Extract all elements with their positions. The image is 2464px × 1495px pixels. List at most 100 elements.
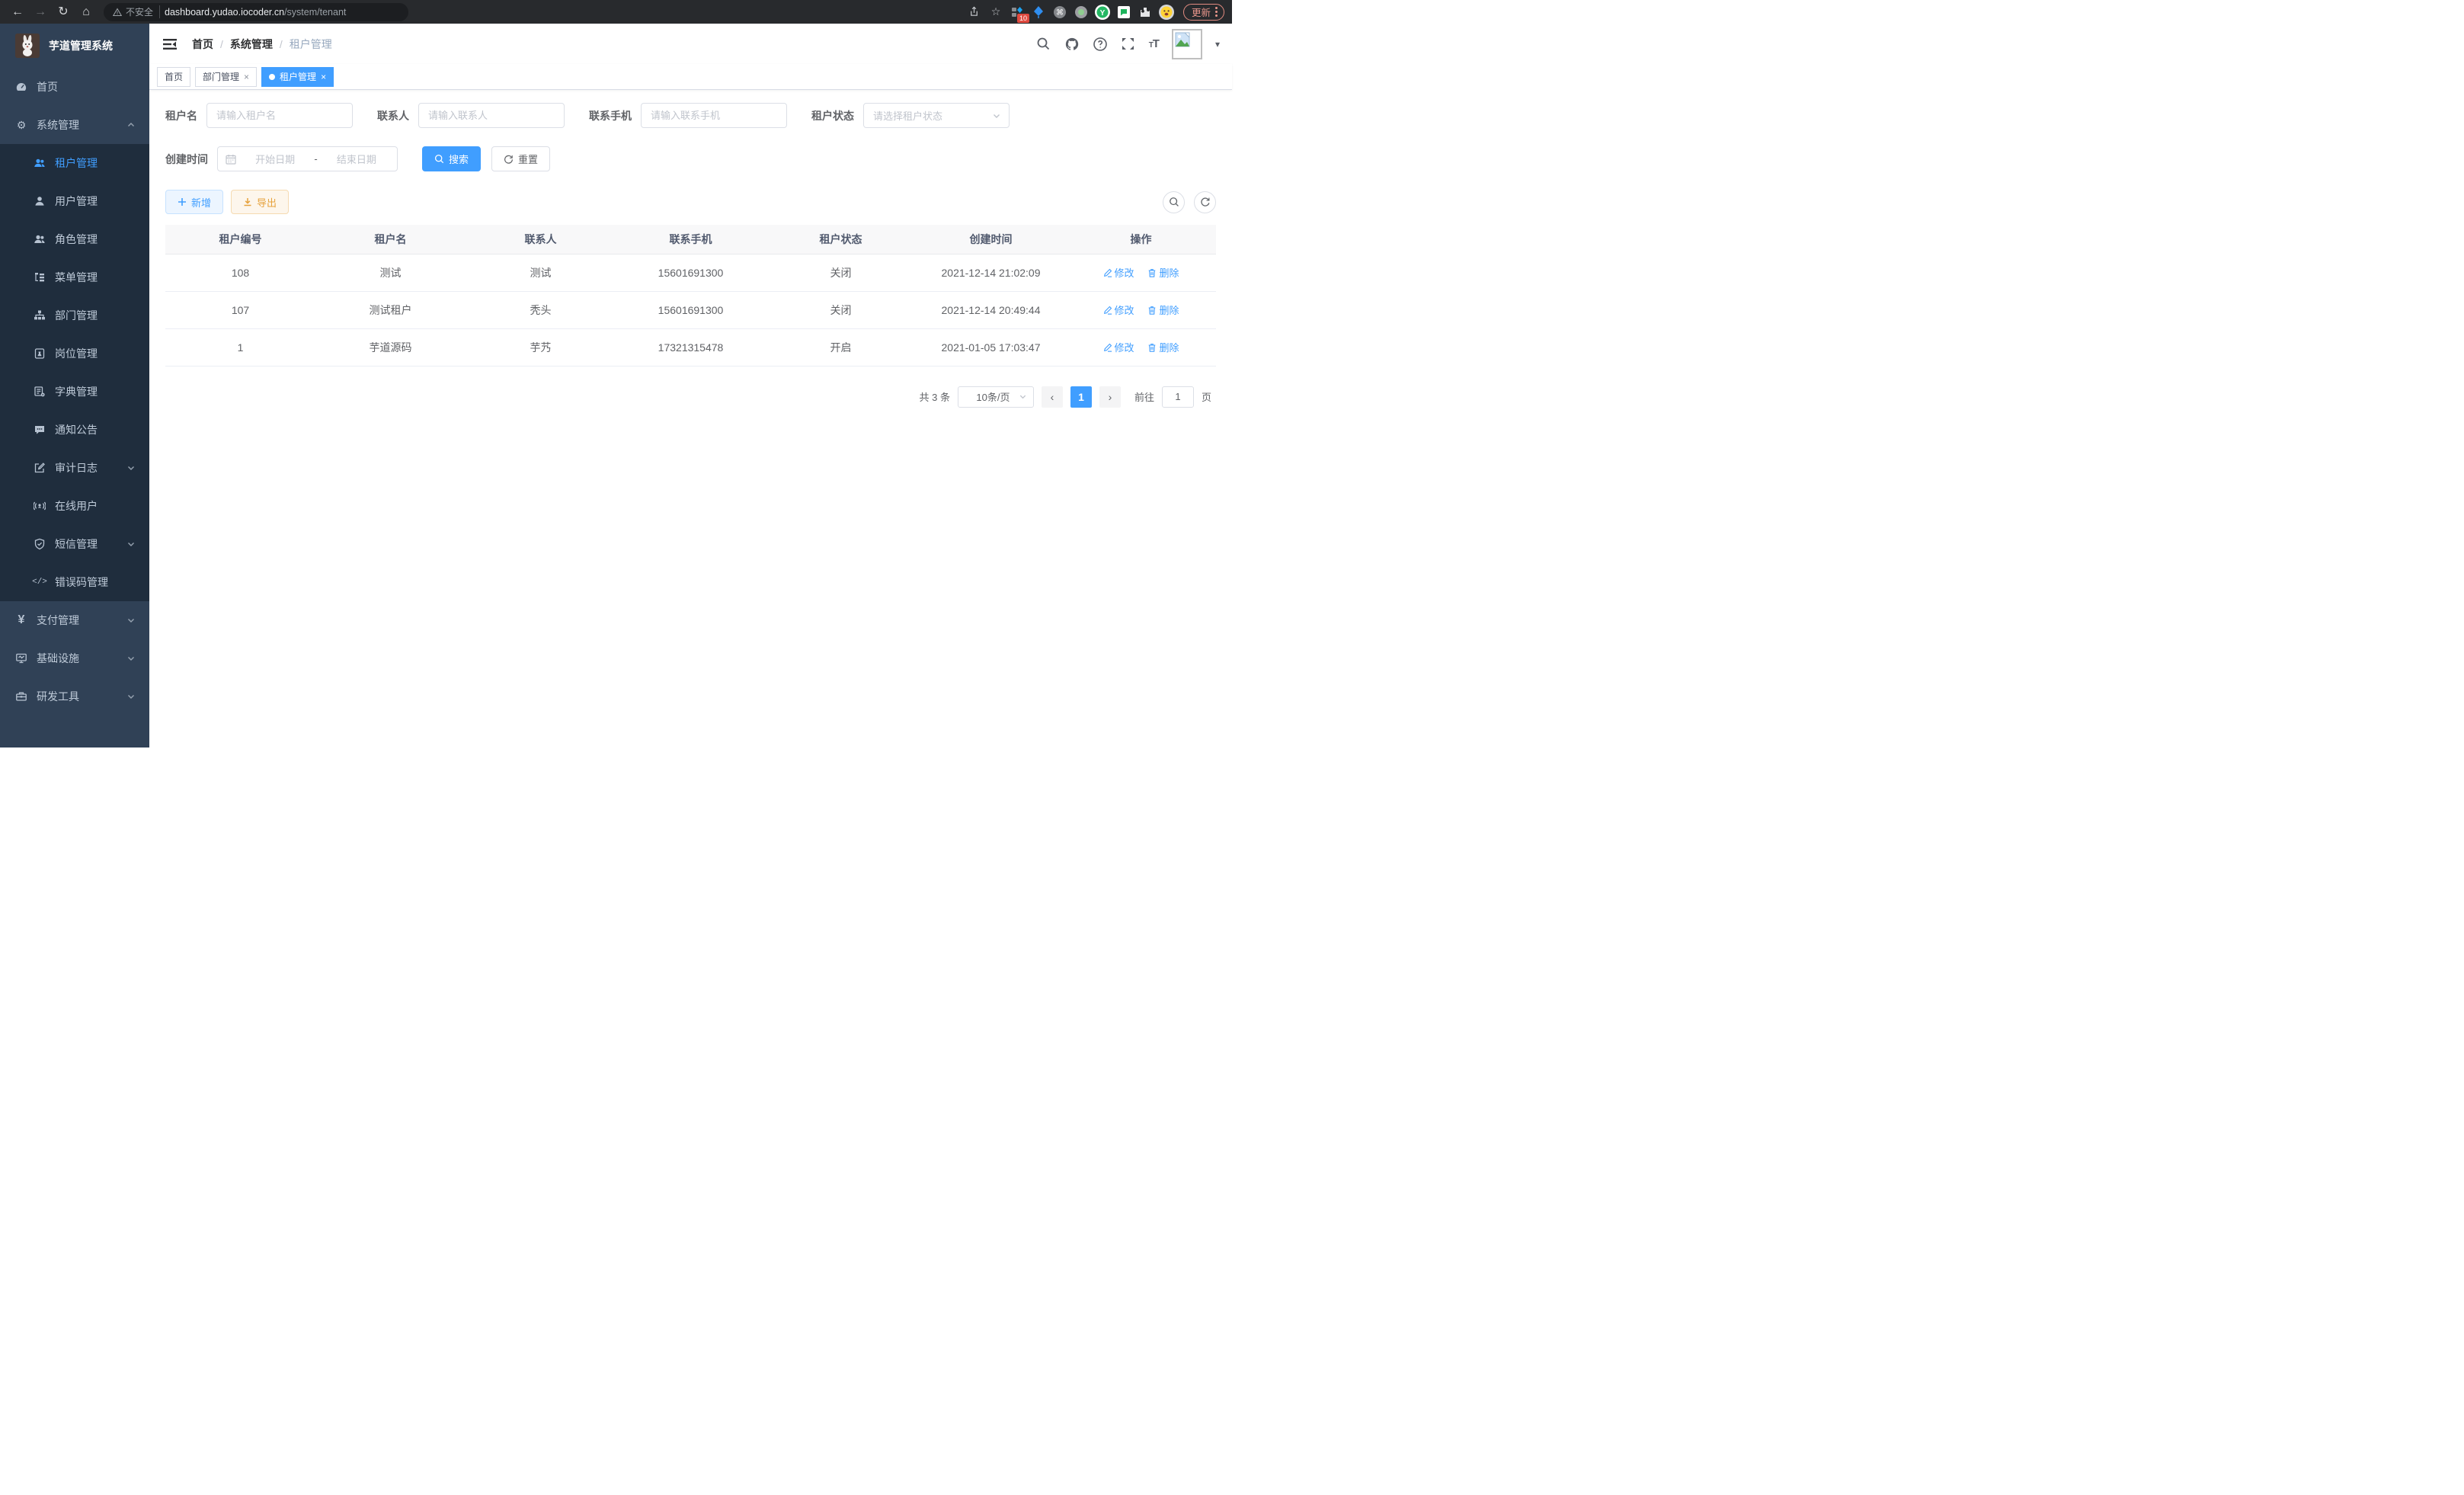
edit-button[interactable]: 修改	[1103, 340, 1134, 354]
browser-toolbar: ← → ↻ ⌂ 不安全 dashboard.yudao.iocoder.cn/s…	[0, 0, 1232, 24]
bookmark-star-icon[interactable]: ☆	[987, 3, 1005, 21]
sidebar-item-notice[interactable]: 通知公告	[0, 411, 149, 449]
goto-page-input[interactable]	[1162, 386, 1194, 408]
table-row: 1 芋道源码 芋艿 17321315478 开启 2021-01-05 17:0…	[165, 328, 1216, 366]
extension-command-icon[interactable]: ⌘	[1051, 3, 1069, 21]
help-icon[interactable]	[1093, 37, 1108, 52]
reset-button[interactable]: 重置	[491, 146, 550, 171]
sidebar-item-sms[interactable]: 短信管理	[0, 525, 149, 563]
mobile-input[interactable]	[641, 103, 787, 128]
sidebar-item-role[interactable]: 角色管理	[0, 220, 149, 258]
breadcrumb-home[interactable]: 首页	[192, 37, 213, 52]
sidebar-item-audit[interactable]: 审计日志	[0, 449, 149, 487]
prev-page-button[interactable]: ‹	[1042, 386, 1063, 408]
sidebar-collapse-icon[interactable]	[162, 36, 178, 53]
edit-button[interactable]: 修改	[1103, 303, 1134, 317]
sidebar-item-tenant[interactable]: 租户管理	[0, 144, 149, 182]
sidebar-item-dept[interactable]: 部门管理	[0, 296, 149, 335]
cell-tenant-id: 107	[165, 291, 315, 328]
sidebar-logo-row[interactable]: 芋道管理系统	[0, 24, 149, 68]
chevron-down-icon	[1019, 392, 1027, 401]
browser-home-icon[interactable]: ⌂	[76, 2, 96, 22]
search-icon[interactable]	[1036, 37, 1051, 52]
tab-tenant[interactable]: 租户管理 ×	[261, 67, 334, 87]
tab-home[interactable]: 首页	[157, 67, 190, 87]
tab-dept[interactable]: 部门管理 ×	[195, 67, 257, 87]
gear-icon: ⚙	[15, 119, 27, 131]
sidebar-item-label: 支付管理	[37, 613, 117, 628]
avatar[interactable]	[1172, 29, 1202, 59]
delete-button[interactable]: 删除	[1147, 303, 1179, 317]
chevron-down-icon	[126, 692, 136, 701]
edit-button[interactable]: 修改	[1103, 265, 1134, 280]
date-range-picker[interactable]: 开始日期 - 结束日期	[217, 146, 398, 171]
sidebar-item-online[interactable]: 在线用户	[0, 487, 149, 525]
extension-green-dot-icon[interactable]	[1072, 3, 1090, 21]
sidebar-item-home[interactable]: 首页	[0, 68, 149, 106]
col-mobile: 联系手机	[616, 225, 766, 254]
plus-icon	[178, 197, 187, 206]
font-size-icon[interactable]: TT	[1149, 37, 1159, 51]
cell-tenant-id: 1	[165, 328, 315, 366]
delete-button[interactable]: 删除	[1147, 265, 1179, 280]
code-icon: </>	[34, 576, 46, 588]
breadcrumb-separator: /	[220, 38, 223, 50]
show-search-toggle-button[interactable]	[1163, 191, 1185, 213]
extension-emoji-icon[interactable]	[1157, 3, 1176, 21]
page-size-select[interactable]: 10条/页	[958, 386, 1034, 408]
add-button-label: 新增	[191, 195, 211, 210]
delete-button[interactable]: 删除	[1147, 340, 1179, 354]
filter-mobile: 联系手机	[589, 103, 787, 128]
page-content: 租户名 联系人 联系手机 租户状态 请选择租户状态	[149, 90, 1232, 748]
avatar-caret-icon[interactable]: ▾	[1215, 39, 1220, 50]
share-icon[interactable]	[965, 3, 984, 21]
browser-reload-icon[interactable]: ↻	[53, 2, 73, 22]
refresh-table-button[interactable]	[1194, 191, 1216, 213]
browser-update-button[interactable]: 更新	[1183, 4, 1224, 21]
next-page-button[interactable]: ›	[1099, 386, 1121, 408]
search-button[interactable]: 搜索	[422, 146, 481, 171]
sidebar-item-label: 审计日志	[55, 460, 117, 475]
export-button[interactable]: 导出	[231, 190, 289, 214]
sidebar-item-post[interactable]: 岗位管理	[0, 335, 149, 373]
yen-icon: ¥	[15, 614, 27, 626]
close-icon[interactable]: ×	[321, 72, 326, 82]
page-number-1[interactable]: 1	[1070, 386, 1092, 408]
sidebar-item-pay[interactable]: ¥ 支付管理	[0, 601, 149, 639]
search-icon	[434, 154, 444, 164]
extension-puzzle-icon[interactable]	[1136, 3, 1154, 21]
breadcrumb-system[interactable]: 系统管理	[230, 37, 273, 52]
contact-input[interactable]	[418, 103, 565, 128]
security-indicator[interactable]: 不安全	[113, 5, 160, 18]
app-header: 首页 / 系统管理 / 租户管理 TT	[149, 24, 1232, 64]
filter-label: 联系手机	[589, 108, 632, 123]
extension-grid-icon[interactable]: 10	[1008, 3, 1026, 21]
sidebar-item-user[interactable]: 用户管理	[0, 182, 149, 220]
browser-menu-icon[interactable]	[1215, 7, 1218, 17]
sidebar-item-infra[interactable]: 基础设施	[0, 639, 149, 677]
calendar-icon	[226, 154, 236, 165]
address-bar[interactable]: 不安全 dashboard.yudao.iocoder.cn/system/te…	[104, 3, 408, 21]
github-icon[interactable]	[1064, 37, 1080, 52]
filter-row-2: 创建时间 开始日期 - 结束日期 搜索 重置	[165, 146, 1216, 171]
sidebar-item-errcode[interactable]: </> 错误码管理	[0, 563, 149, 601]
cell-create-time: 2021-12-14 20:49:44	[916, 291, 1066, 328]
extension-kite-icon[interactable]	[1029, 3, 1048, 21]
browser-back-icon[interactable]: ←	[8, 2, 27, 22]
cell-status: 关闭	[766, 291, 916, 328]
filter-status: 租户状态 请选择租户状态	[811, 103, 1010, 128]
sidebar-item-dict[interactable]: 字典管理	[0, 373, 149, 411]
table-row: 107 测试租户 秃头 15601691300 关闭 2021-12-14 20…	[165, 291, 1216, 328]
status-select[interactable]: 请选择租户状态	[863, 103, 1010, 128]
sidebar-item-tools[interactable]: 研发工具	[0, 677, 149, 715]
fullscreen-icon[interactable]	[1121, 37, 1136, 52]
sidebar-item-label: 菜单管理	[55, 270, 136, 285]
close-icon[interactable]: ×	[244, 72, 249, 82]
extension-chat-icon[interactable]	[1115, 3, 1133, 21]
sidebar-item-system[interactable]: ⚙ 系统管理	[0, 106, 149, 144]
extension-y-icon[interactable]: Y	[1093, 3, 1112, 21]
browser-forward-icon[interactable]: →	[30, 2, 50, 22]
sidebar-item-menu[interactable]: 菜单管理	[0, 258, 149, 296]
add-button[interactable]: 新增	[165, 190, 223, 214]
tenant-name-input[interactable]	[206, 103, 353, 128]
